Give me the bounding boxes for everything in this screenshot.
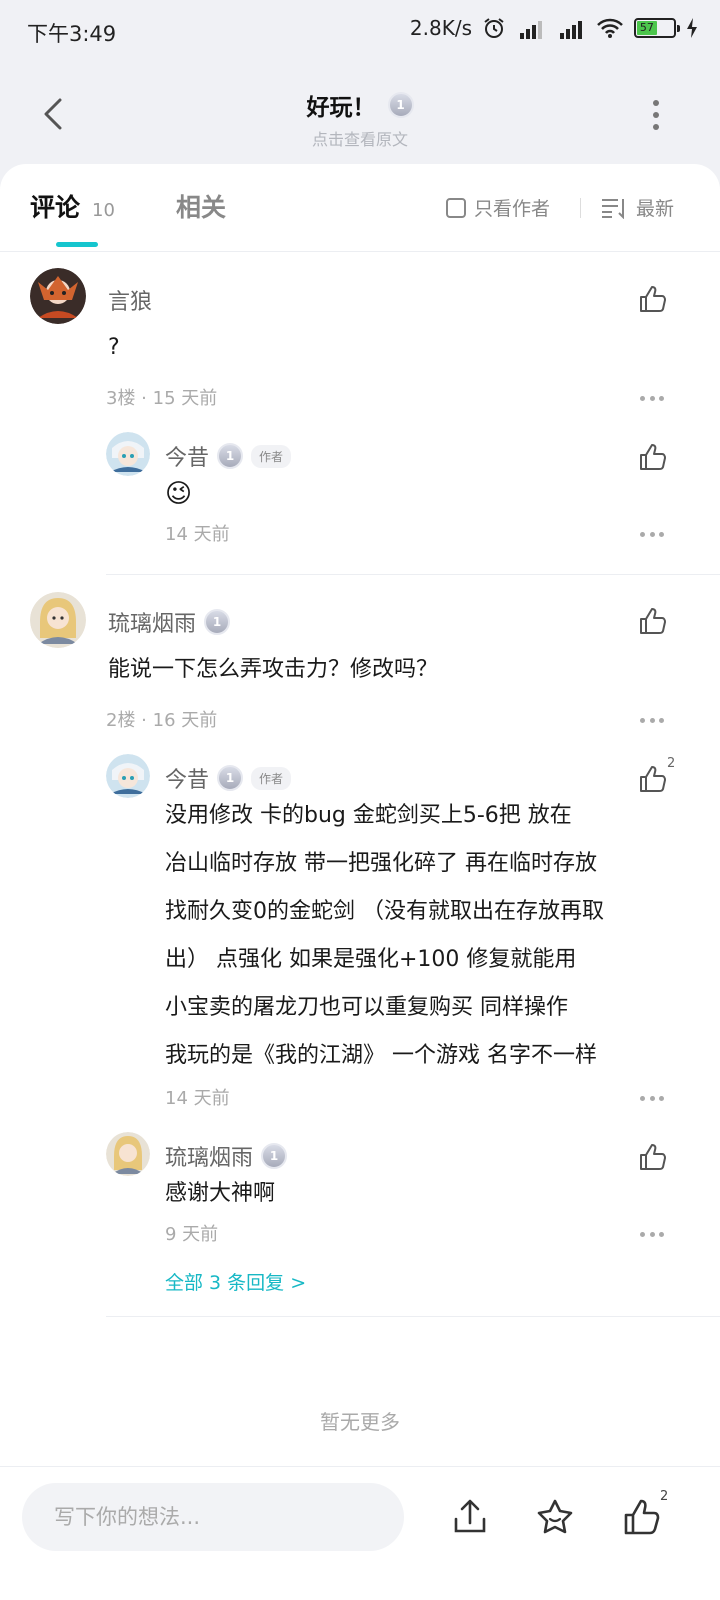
author-only-label: 只看作者: [474, 198, 551, 220]
reply-meta: 9 天前: [165, 1224, 219, 1245]
divider: [580, 198, 581, 218]
like-icon[interactable]: [638, 284, 668, 314]
like-icon[interactable]: [638, 606, 668, 636]
signal-hd-icon: [516, 17, 546, 39]
share-icon[interactable]: [450, 1497, 490, 1537]
commenter-name[interactable]: 言狼: [108, 284, 152, 316]
comment-meta: 3楼 · 15 天前: [106, 388, 218, 409]
reply-author[interactable]: 今昔 1 作者: [165, 440, 292, 472]
charging-icon: [687, 18, 697, 38]
like-icon[interactable]: [638, 442, 668, 472]
more-horizontal-icon[interactable]: [640, 532, 664, 538]
view-all-replies-link[interactable]: 全部 3 条回复 >: [165, 1268, 306, 1295]
like-count: 2: [667, 756, 676, 771]
level-badge: 1: [261, 1143, 288, 1169]
reply-author[interactable]: 今昔 1 作者: [165, 762, 292, 794]
more-horizontal-icon[interactable]: [640, 718, 664, 724]
author-only-toggle[interactable]: 只看作者: [446, 194, 550, 221]
no-more-text: 暂无更多: [320, 1410, 400, 1434]
reply-line: 冶山临时存放 带一把强化碎了 再在临时存放: [165, 851, 597, 876]
reply-author[interactable]: 琉璃烟雨 1: [165, 1140, 288, 1172]
sort-button[interactable]: 最新: [600, 194, 674, 221]
avatar[interactable]: [30, 592, 86, 648]
comments-card: 评论 10 相关 只看作者 最新 言狼 ? 3楼 · 15 天前 今昔 1 作者…: [0, 164, 720, 1466]
like-icon[interactable]: [638, 1142, 668, 1172]
level-badge: 1: [217, 765, 244, 791]
reply-line: 小宝卖的屠龙刀也可以重复购买 同样操作: [165, 995, 568, 1020]
comment-input[interactable]: 写下你的想法...: [22, 1483, 404, 1551]
status-bar: 下午3:49 2.8K/s 57: [0, 0, 720, 60]
tab-comments-count: 10: [92, 200, 115, 221]
battery-icon: 57: [634, 18, 680, 38]
signal-hd-icon: [556, 17, 586, 39]
alarm-icon: [484, 18, 504, 38]
avatar[interactable]: [106, 754, 150, 798]
post-header: 好玩！ 1 点击查看原文: [0, 70, 720, 160]
avatar[interactable]: [106, 432, 150, 476]
wifi-icon: [597, 18, 623, 38]
more-horizontal-icon[interactable]: [640, 1096, 664, 1102]
sort-icon: [602, 198, 624, 219]
commenter-name[interactable]: 琉璃烟雨 1: [108, 606, 231, 638]
level-badge: 1: [387, 92, 414, 118]
status-icons: 2.8K/s 57: [410, 16, 698, 40]
more-horizontal-icon[interactable]: [640, 396, 664, 402]
reply-line: 没用修改 卡的bug 金蛇剑买上5-6把 放在: [165, 803, 572, 828]
reply-text: 没用修改 卡的bug 金蛇剑买上5-6把 放在 冶山临时存放 带一把强化碎了 再…: [165, 792, 685, 1080]
post-title: 好玩！: [306, 95, 376, 121]
author-badge: 作者: [251, 766, 292, 790]
sort-label: 最新: [636, 198, 675, 220]
more-vertical-icon[interactable]: [652, 100, 660, 130]
avatar[interactable]: [30, 268, 86, 324]
reply-meta: 14 天前: [165, 524, 230, 545]
tab-bar: 评论 10 相关 只看作者 最新: [0, 164, 720, 252]
bottom-action-bar: 写下你的想法... 2: [0, 1466, 720, 1600]
reply-line: 出） 点强化 如果是强化+100 修复就能用: [165, 947, 577, 972]
tab-comments[interactable]: 评论 10: [30, 188, 115, 224]
tab-related[interactable]: 相关: [176, 188, 226, 224]
reply-line: 我玩的是《我的江湖》 一个游戏 名字不一样: [165, 1043, 597, 1068]
level-badge: 1: [204, 609, 231, 635]
like-count: 2: [660, 1489, 669, 1504]
net-speed: 2.8K/s: [409, 16, 472, 40]
comment-text: 能说一下怎么弄攻击力？修改吗？: [108, 657, 439, 682]
divider: [106, 574, 720, 575]
avatar[interactable]: [106, 1132, 150, 1176]
divider: [106, 1316, 720, 1317]
more-horizontal-icon[interactable]: [640, 1232, 664, 1238]
tab-comments-label: 评论: [30, 193, 81, 222]
reply-text: 😉: [165, 479, 193, 509]
status-time: 下午3:49: [27, 22, 117, 46]
checkbox-icon[interactable]: [446, 197, 466, 218]
active-tab-indicator: [56, 242, 98, 247]
star-icon[interactable]: [535, 1497, 575, 1537]
like-icon[interactable]: [638, 764, 668, 794]
level-badge: 1: [217, 443, 244, 469]
post-title-area[interactable]: 好玩！ 1 点击查看原文: [0, 88, 720, 150]
reply-text: 感谢大神啊: [165, 1181, 276, 1206]
author-badge: 作者: [251, 444, 292, 468]
reply-line: 找耐久变0的金蛇剑 （没有就取出在存放再取: [165, 899, 604, 924]
comment-text: ?: [108, 335, 120, 360]
like-icon[interactable]: [622, 1497, 662, 1537]
reply-meta: 14 天前: [165, 1088, 230, 1109]
view-original-link[interactable]: 点击查看原文: [0, 126, 720, 150]
comment-meta: 2楼 · 16 天前: [106, 710, 218, 731]
